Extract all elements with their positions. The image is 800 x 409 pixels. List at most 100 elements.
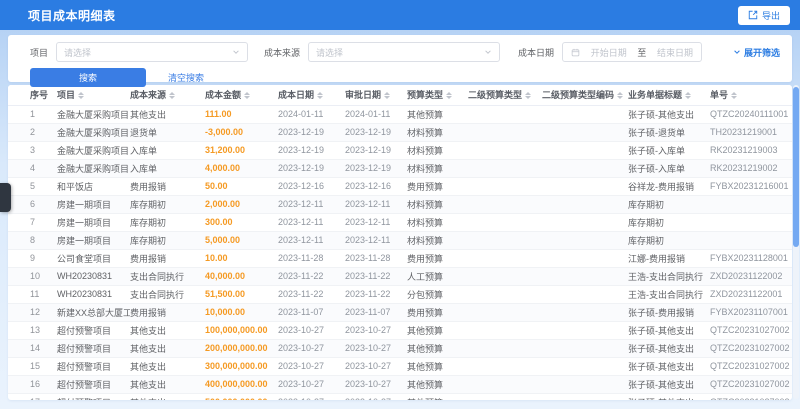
cell-doc-title: 谷祥龙-费用报销	[628, 177, 710, 196]
cell-doc-title: 张子硕-其他支出	[628, 375, 710, 394]
cost-source-select-placeholder: 请选择	[316, 47, 344, 58]
page-title: 项目成本明细表	[28, 8, 116, 23]
sort-icon[interactable]	[685, 89, 692, 102]
side-drawer-handle[interactable]	[0, 183, 11, 212]
cell-approval-date: 2023-12-19	[345, 159, 407, 178]
cell-index: 16	[8, 375, 57, 394]
cell-secondary-budget-type-code	[542, 105, 628, 124]
expand-filters-link[interactable]: 展开筛选	[733, 46, 780, 59]
sort-icon[interactable]	[317, 89, 324, 102]
cost-source-select[interactable]: 请选择	[308, 42, 501, 62]
cell-cost-source: 费用报销	[130, 177, 205, 196]
cell-budget-type: 材料预算	[407, 123, 468, 142]
cell-cost-date: 2024-01-11	[278, 105, 345, 124]
column-header-budget-type[interactable]: 预算类型	[407, 85, 468, 106]
cell-secondary-budget-type	[468, 141, 542, 160]
sort-icon[interactable]	[446, 89, 453, 102]
cost-table: 序号 项目 成本来源 成本金额 成本日期 审批日期 预算类型 二级预算类型 二级预算类型编码 业务…	[8, 85, 792, 400]
cell-secondary-budget-type-code	[542, 375, 628, 394]
cell-budget-type: 其他预算	[407, 357, 468, 376]
column-header-cost-amount[interactable]: 成本金额	[205, 85, 278, 106]
start-date-input[interactable]: 开始日期	[591, 46, 627, 59]
cell-cost-source: 其他支出	[130, 393, 205, 400]
cell-cost-date: 2023-12-19	[278, 141, 345, 160]
column-label: 审批日期	[345, 89, 382, 100]
export-button[interactable]: 导出	[737, 5, 790, 25]
cell-cost-source: 费用报销	[130, 249, 205, 268]
scrollbar-thumb[interactable]	[793, 87, 799, 247]
sort-icon[interactable]	[731, 89, 738, 102]
expand-filters-label: 展开筛选	[743, 47, 780, 58]
cell-doc-title: 张子硕-入库单	[628, 141, 710, 160]
column-header-doc-no[interactable]: 单号	[710, 85, 792, 106]
cell-index: 5	[8, 177, 57, 196]
cell-secondary-budget-type	[468, 303, 542, 322]
cell-cost-source: 入库单	[130, 159, 205, 178]
cell-cost-source: 费用报销	[130, 303, 205, 322]
project-select[interactable]: 请选择	[56, 42, 249, 62]
sort-icon[interactable]	[244, 89, 251, 102]
table-row: 3 金融大厦采购项目 入库单 31,200.00 2023-12-19 2023-12-1…	[8, 141, 792, 160]
cell-doc-no: FYBX20231128001	[710, 249, 792, 268]
cell-cost-amount: 2,000.00	[205, 195, 278, 214]
column-header-secondary-budget-type[interactable]: 二级预算类型	[468, 85, 542, 106]
cell-approval-date: 2024-01-11	[345, 105, 407, 124]
cell-project: 金融大厦采购项目	[57, 141, 130, 160]
search-button[interactable]: 搜索	[30, 68, 146, 87]
cell-index: 2	[8, 123, 57, 142]
table-row: 5 和平饭店 费用报销 50.00 2023-12-16 2023-12-16 费用预算 谷祥…	[8, 177, 792, 196]
table-row: 7 房建一期项目 库存期初 300.00 2023-12-11 2023-12-11 材料预…	[8, 213, 792, 232]
chevron-down-icon	[232, 48, 240, 56]
clear-search-link[interactable]: 清空搜索	[168, 71, 204, 84]
sort-icon[interactable]	[384, 89, 391, 102]
cell-cost-amount: 5,000.00	[205, 231, 278, 250]
cell-doc-title: 张子硕-其他支出	[628, 105, 710, 124]
cell-cost-date: 2023-12-16	[278, 177, 345, 196]
cost-source-filter-label: 成本来源	[264, 47, 301, 58]
cell-approval-date: 2023-12-11	[345, 195, 407, 214]
cell-cost-date: 2023-12-11	[278, 231, 345, 250]
cell-budget-type: 人工预算	[407, 267, 468, 286]
cell-secondary-budget-type	[468, 213, 542, 232]
scrollbar[interactable]	[793, 85, 799, 399]
export-label: 导出	[761, 10, 780, 21]
cell-doc-no: QTZC20240111001	[710, 105, 792, 124]
column-label: 业务单据标题	[628, 89, 683, 100]
end-date-input[interactable]: 结束日期	[657, 46, 693, 59]
sort-icon[interactable]	[78, 89, 85, 102]
sort-icon[interactable]	[525, 89, 532, 102]
column-header-doc-title[interactable]: 业务单据标题	[628, 85, 710, 106]
cell-cost-amount: 100,000,000.00	[205, 321, 278, 340]
cell-secondary-budget-type	[468, 375, 542, 394]
column-header-project[interactable]: 项目	[57, 85, 130, 106]
cell-approval-date: 2023-12-19	[345, 141, 407, 160]
cost-date-range-picker[interactable]: 开始日期 至 结束日期	[562, 42, 703, 62]
column-header-secondary-budget-type-code[interactable]: 二级预算类型编码	[542, 85, 628, 106]
column-header-cost-source[interactable]: 成本来源	[130, 85, 205, 106]
cell-index: 13	[8, 321, 57, 340]
export-icon	[748, 10, 758, 20]
table-row: 4 金融大厦采购项目 入库单 4,000.00 2023-12-19 2023-12-19…	[8, 159, 792, 178]
cell-secondary-budget-type-code	[542, 357, 628, 376]
table-row: 12新建XX总部大厦工程二期费用报销10,000.002023-11-07202…	[8, 303, 792, 322]
column-label: 成本来源	[130, 89, 167, 100]
cell-approval-date: 2023-12-16	[345, 177, 407, 196]
cell-doc-title: 张子硕-其他支出	[628, 393, 710, 400]
cell-doc-no: QTZC20231027002	[710, 357, 792, 376]
sort-icon[interactable]	[169, 89, 176, 102]
cell-secondary-budget-type	[468, 285, 542, 304]
cell-secondary-budget-type	[468, 357, 542, 376]
cell-cost-date: 2023-12-11	[278, 195, 345, 214]
column-header-cost-date[interactable]: 成本日期	[278, 85, 345, 106]
cell-doc-title: 江娜-费用报销	[628, 249, 710, 268]
cell-project: 公司食堂项目	[57, 249, 130, 268]
table-row: 14 超付预警项目 其他支出 200,000,000.00 2023-10-27 2023…	[8, 339, 792, 358]
cell-secondary-budget-type-code	[542, 303, 628, 322]
cell-cost-amount: 400,000,000.00	[205, 375, 278, 394]
column-header-approval-date[interactable]: 审批日期	[345, 85, 407, 106]
cell-doc-no: FYBX20231107001	[710, 303, 792, 322]
cell-project: 超付预警项目	[57, 339, 130, 358]
sort-icon[interactable]	[617, 89, 624, 102]
cell-project: 金融大厦采购项目	[57, 105, 130, 124]
cell-cost-amount: 111.00	[205, 105, 278, 124]
